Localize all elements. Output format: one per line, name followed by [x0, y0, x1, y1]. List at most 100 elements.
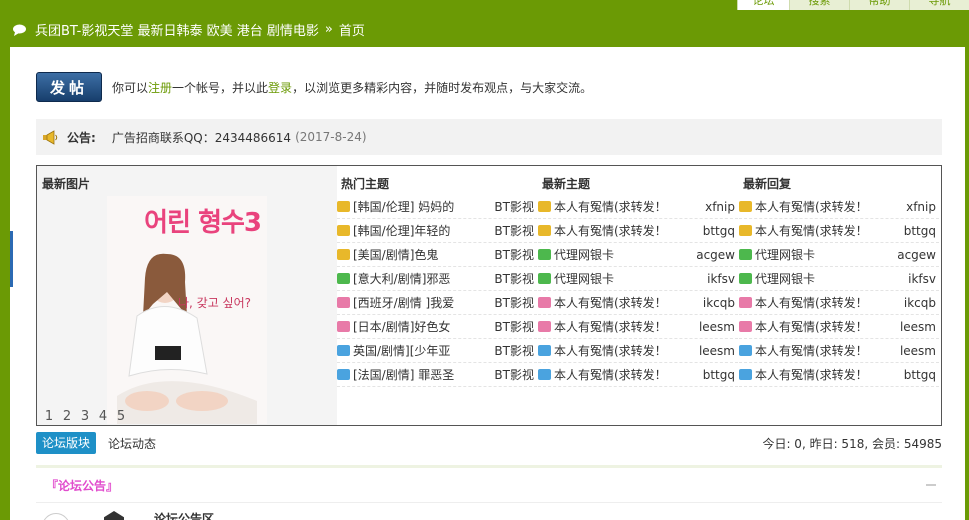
topic-author[interactable]: ikcqb — [904, 296, 939, 310]
topic-title[interactable]: [西班牙/剧情 ]我爱 — [353, 294, 490, 311]
topic-title[interactable]: 本人有冤情(求转发！ — [755, 342, 896, 359]
topic-author[interactable]: ikfsv — [707, 272, 738, 286]
pager-page-3[interactable]: 3 — [78, 409, 92, 424]
breadcrumb-site-link[interactable]: 兵团BT-影视天堂 最新日韩泰 欧美 港台 剧情电影 — [35, 20, 319, 39]
topic-author[interactable]: leesm — [699, 344, 738, 358]
topic-title[interactable]: [日本/剧情]好色女 — [353, 318, 490, 335]
list-item[interactable]: 本人有冤情(求转发！ bttgq — [739, 363, 939, 387]
breadcrumb-current[interactable]: 首页 — [339, 20, 365, 39]
list-item[interactable]: 本人有冤情(求转发！ ikcqb — [739, 291, 939, 315]
topic-type-icon — [337, 273, 350, 284]
list-item[interactable]: [意大利/剧情]邪恶 BT影视 — [337, 267, 537, 291]
topic-author[interactable]: bttgq — [703, 368, 738, 382]
top-tab-3[interactable]: 导航 — [909, 0, 969, 10]
topic-author[interactable]: BT影视 — [494, 198, 537, 215]
list-item[interactable]: [韩国/伦理]年轻的 BT影视 — [337, 219, 537, 243]
topic-title[interactable]: 代理网银卡 — [554, 246, 692, 263]
topic-title[interactable]: [美国/剧情]色鬼 — [353, 246, 490, 263]
list-item[interactable]: 本人有冤情(求转发！ bttgq — [538, 219, 738, 243]
list-item[interactable]: [韩国/伦理] 妈妈的 BT影视 — [337, 195, 537, 219]
topic-title[interactable]: 本人有冤情(求转发！ — [755, 366, 900, 383]
topic-title[interactable]: 本人有冤情(求转发！ — [755, 318, 896, 335]
list-item[interactable]: 代理网银卡 acgew — [739, 243, 939, 267]
topic-author[interactable]: BT影视 — [494, 366, 537, 383]
forum-name[interactable]: 论坛公告区 — [154, 510, 214, 520]
topic-author[interactable]: xfnip — [705, 200, 738, 214]
pager-page-2[interactable]: 2 — [60, 409, 74, 424]
topic-author[interactable]: ikcqb — [703, 296, 738, 310]
list-item[interactable]: [美国/剧情]色鬼 BT影视 — [337, 243, 537, 267]
list-item[interactable]: 本人有冤情(求转发！ xfnip — [739, 195, 939, 219]
section-title[interactable]: 『论坛公告』 — [46, 477, 118, 494]
topic-title[interactable]: 代理网银卡 — [554, 270, 703, 287]
movie-poster[interactable]: 어린 형수3 나, 갖고 싶어? — [107, 196, 267, 424]
pager-page-5[interactable]: 5 — [114, 409, 128, 424]
list-item[interactable]: 代理网银卡 ikfsv — [538, 267, 738, 291]
topic-title[interactable]: 本人有冤情(求转发！ — [554, 318, 695, 335]
new-post-button[interactable]: 发帖 — [36, 72, 102, 102]
collapse-icon[interactable] — [926, 484, 936, 486]
topic-title[interactable]: 代理网银卡 — [755, 270, 904, 287]
topic-author[interactable]: leesm — [900, 344, 939, 358]
topic-author[interactable]: leesm — [699, 320, 738, 334]
topic-type-icon — [538, 249, 551, 260]
topic-author[interactable]: leesm — [900, 320, 939, 334]
topic-author[interactable]: BT影视 — [494, 270, 537, 287]
topic-author[interactable]: xfnip — [906, 200, 939, 214]
list-item[interactable]: [日本/剧情]好色女 BT影视 — [337, 315, 537, 339]
topic-title[interactable]: [韩国/伦理]年轻的 — [353, 222, 490, 239]
top-tab-2[interactable]: 帮助 — [849, 0, 909, 10]
list-item[interactable]: 代理网银卡 acgew — [538, 243, 738, 267]
pager-page-1[interactable]: 1 — [42, 409, 56, 424]
topic-title[interactable]: 本人有冤情(求转发！ — [755, 222, 900, 239]
login-link[interactable]: 登录 — [268, 81, 292, 95]
list-item[interactable]: 本人有冤情(求转发！ bttgq — [538, 363, 738, 387]
tab-forum-sections[interactable]: 论坛版块 — [36, 432, 97, 454]
list-item[interactable]: 本人有冤情(求转发！ xfnip — [538, 195, 738, 219]
hot-topics-title: 热门主题 — [341, 177, 390, 191]
topic-author[interactable]: BT影视 — [494, 342, 537, 359]
list-item[interactable]: [西班牙/剧情 ]我爱 BT影视 — [337, 291, 537, 315]
topic-title[interactable]: 本人有冤情(求转发！ — [554, 366, 699, 383]
topic-title[interactable]: [意大利/剧情]邪恶 — [353, 270, 490, 287]
top-tab-0[interactable]: 论坛 — [737, 0, 789, 10]
topic-title[interactable]: [法国/剧情] 罪恶圣 — [353, 366, 490, 383]
list-item[interactable]: 本人有冤情(求转发！ leesm — [739, 315, 939, 339]
pager-page-4[interactable]: 4 — [96, 409, 110, 424]
topic-author[interactable]: bttgq — [904, 224, 939, 238]
topic-author[interactable]: bttgq — [904, 368, 939, 382]
topic-title[interactable]: 本人有冤情(求转发！ — [755, 198, 902, 215]
topic-title[interactable]: 本人有冤情(求转发！ — [554, 222, 699, 239]
tab-forum-activity[interactable]: 论坛动态 — [108, 435, 156, 452]
topic-title[interactable]: 本人有冤情(求转发！ — [554, 342, 695, 359]
list-item[interactable]: 本人有冤情(求转发！ leesm — [538, 315, 738, 339]
topic-author[interactable]: BT影视 — [494, 294, 537, 311]
list-item[interactable]: 本人有冤情(求转发！ leesm — [739, 339, 939, 363]
topic-title[interactable]: 本人有冤情(求转发！ — [755, 294, 900, 311]
topic-title[interactable]: 代理网银卡 — [755, 246, 893, 263]
list-item[interactable]: [法国/剧情] 罪恶圣 BT影视 — [337, 363, 537, 387]
list-item[interactable]: 本人有冤情(求转发！ bttgq — [739, 219, 939, 243]
topic-author[interactable]: BT影视 — [494, 318, 537, 335]
breadcrumb: 兵团BT-影视天堂 最新日韩泰 欧美 港台 剧情电影 » 首页 — [0, 12, 969, 47]
list-item[interactable]: 英国/剧情][少年亚 BT影视 — [337, 339, 537, 363]
topic-author[interactable]: ikfsv — [908, 272, 939, 286]
list-item[interactable]: 代理网银卡 ikfsv — [739, 267, 939, 291]
list-item[interactable]: 本人有冤情(求转发！ ikcqb — [538, 291, 738, 315]
topic-author[interactable]: acgew — [897, 248, 939, 262]
top-tab-1[interactable]: 搜索 — [789, 0, 849, 10]
topic-type-icon — [538, 345, 551, 356]
topic-author[interactable]: acgew — [696, 248, 738, 262]
topic-title[interactable]: 本人有冤情(求转发！ — [554, 294, 699, 311]
register-link[interactable]: 注册 — [148, 81, 172, 95]
topic-title[interactable]: 本人有冤情(求转发！ — [554, 198, 701, 215]
topic-author[interactable]: BT影视 — [494, 246, 537, 263]
topic-type-icon — [337, 201, 350, 212]
topic-author[interactable]: bttgq — [703, 224, 738, 238]
topic-type-icon — [538, 201, 551, 212]
announcement-text[interactable]: 广告招商联系QQ：2434486614 — [112, 129, 291, 146]
topic-title[interactable]: 英国/剧情][少年亚 — [353, 342, 490, 359]
list-item[interactable]: 本人有冤情(求转发！ leesm — [538, 339, 738, 363]
topic-title[interactable]: [韩国/伦理] 妈妈的 — [353, 198, 490, 215]
topic-author[interactable]: BT影视 — [494, 222, 537, 239]
